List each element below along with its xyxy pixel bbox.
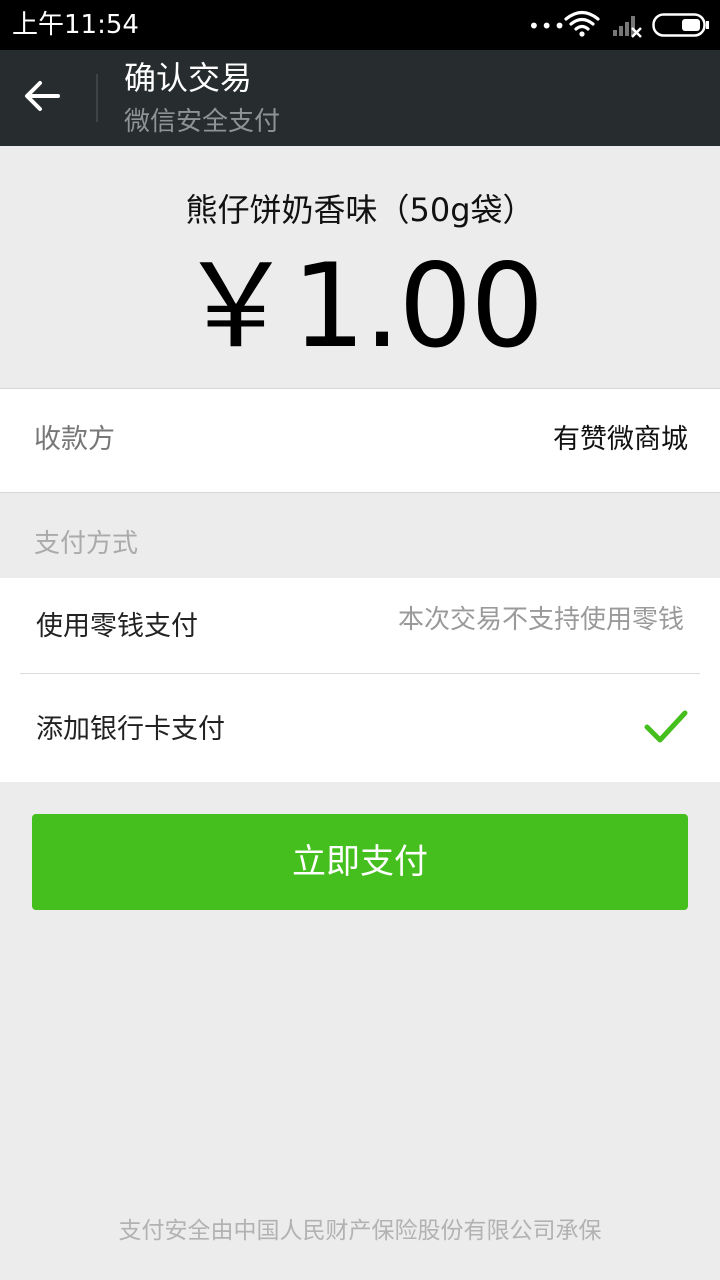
price-amount: ￥1.00 <box>177 239 544 374</box>
title-divider <box>96 74 98 122</box>
divider <box>20 673 700 674</box>
back-arrow-icon <box>25 81 60 111</box>
payment-option-label: 使用零钱支付 <box>36 611 198 642</box>
payment-option-note: 本次交易不支持使用零钱 <box>397 605 684 635</box>
pay-now-button[interactable]: 立即支付 <box>32 814 688 910</box>
payment-option-balance[interactable]: 使用零钱支付 本次交易不支持使用零钱 <box>0 578 720 680</box>
payment-method-list: 使用零钱支付 本次交易不支持使用零钱 添加银行卡支付 <box>0 578 720 782</box>
signal-icon <box>612 12 644 42</box>
more-dots-icon: ••• <box>528 14 567 38</box>
status-bar: 上午11:54 ••• <box>0 0 720 50</box>
product-name: 熊仔饼奶香味（50g袋） <box>185 191 535 229</box>
payee-label: 收款方 <box>34 424 115 455</box>
title-bar: 确认交易 微信安全支付 <box>0 50 720 146</box>
back-button[interactable] <box>22 76 76 120</box>
page-subtitle: 微信安全支付 <box>124 107 281 137</box>
payment-option-label: 添加银行卡支付 <box>36 714 225 745</box>
status-time: 上午11:54 <box>12 10 139 40</box>
checkmark-icon <box>644 709 688 749</box>
payee-row: 收款方 有赞微商城 <box>0 388 720 493</box>
wifi-icon <box>564 10 600 42</box>
payment-method-heading: 支付方式 <box>34 529 139 559</box>
payment-option-bank-card[interactable]: 添加银行卡支付 <box>0 681 720 783</box>
insurance-footer-note: 支付安全由中国人民财产保险股份有限公司承保 <box>118 1218 602 1244</box>
battery-icon <box>652 13 710 41</box>
page-title: 确认交易 <box>124 59 253 97</box>
payee-value: 有赞微商城 <box>553 424 688 455</box>
